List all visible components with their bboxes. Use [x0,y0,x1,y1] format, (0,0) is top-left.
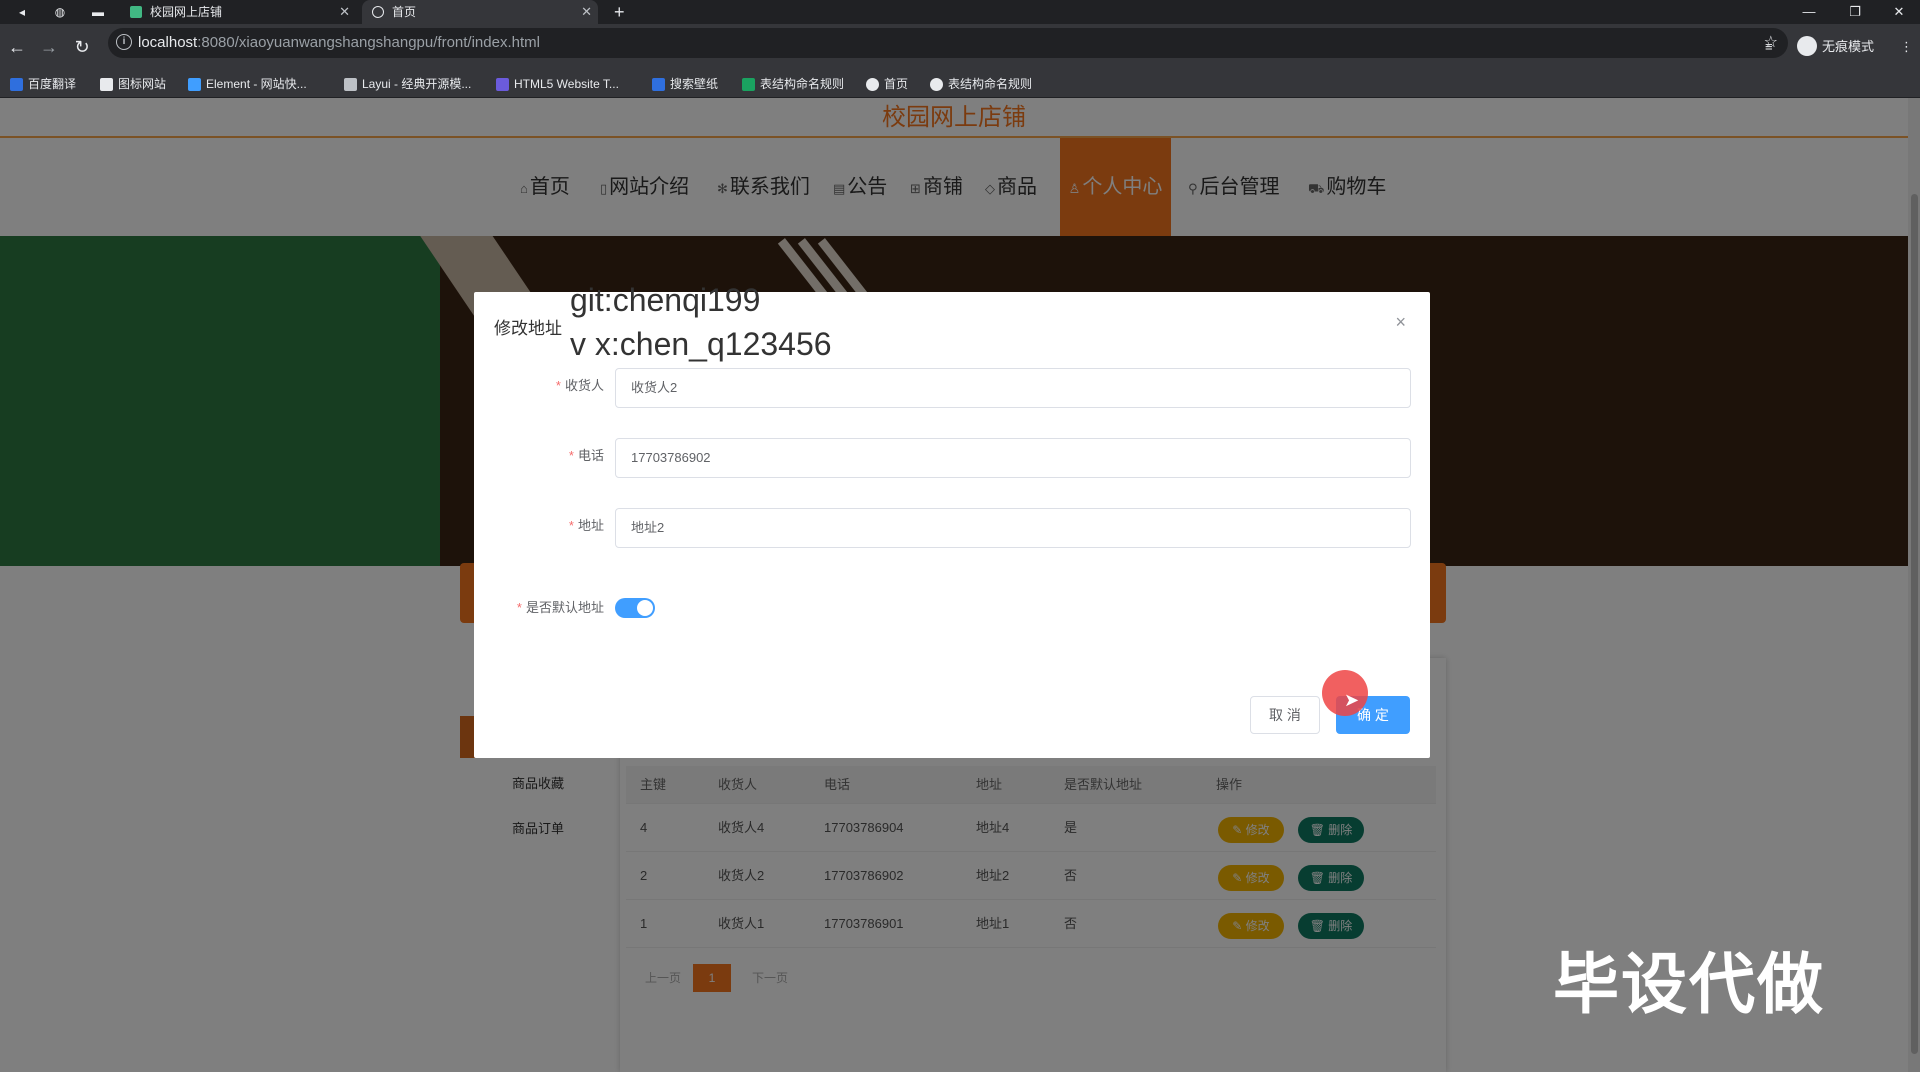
vue-icon [130,6,142,18]
default-label: * 是否默认地址 [516,600,604,615]
globe-icon [866,78,879,91]
address-label: * 地址 [568,518,604,533]
bookmark-item[interactable]: 搜索壁纸 [652,70,718,98]
menu-icon[interactable]: ⋮ [1900,32,1913,62]
close-tab-icon[interactable]: ✕ [339,0,350,24]
forward-icon[interactable]: → [38,36,60,58]
bookmark-item[interactable]: 百度翻译 [10,70,76,98]
address-input[interactable]: 地址2 [615,508,1411,548]
close-icon[interactable]: × [1395,312,1406,333]
window-icon[interactable]: ▬ [88,3,108,21]
speaker-icon[interactable]: ◂ [12,3,32,21]
wallpaper-icon [652,78,665,91]
profile-label[interactable]: 无痕模式 [1822,32,1874,62]
tab-label: 首页 [392,5,417,19]
bookmark-item[interactable]: 图标网站 [100,70,166,98]
info-icon[interactable]: i [116,34,132,50]
watermark-text: git:chenqi199 v x:chen_q123456 [570,282,832,362]
globe-icon [930,78,943,91]
tab-shop[interactable]: 校园网上店铺 ✕ [120,0,356,24]
url-text: localhost:8080/xiaoyuanwangshangshangpu/… [138,34,540,51]
dialog-title: 修改地址 [494,319,562,338]
minimize-button[interactable]: — [1786,0,1832,24]
tab-home[interactable]: 首页 ✕ [362,0,598,24]
reading-list-icon[interactable]: ≡ [1765,32,1773,62]
receiver-input[interactable]: 收货人2 [615,368,1411,408]
close-tab-icon[interactable]: ✕ [581,0,592,24]
cancel-button[interactable]: 取 消 [1250,696,1320,734]
default-switch[interactable] [615,598,655,618]
globe-icon [372,6,384,18]
phone-label: * 电话 [568,448,604,463]
address-bar[interactable]: i localhost:8080/xiaoyuanwangshangshangp… [108,28,1788,58]
browser-toolbar: ← → ↻ i localhost:8080/xiaoyuanwangshang… [0,24,1920,70]
page-viewport: 校园网上店铺 ⌂首页 ▯网站介绍 ✻联系我们 ▤公告 ⊞商铺 ◇商品 ♙个人中心… [0,98,1920,1072]
bookmark-item[interactable]: 表结构命名规则 [742,70,844,98]
receiver-label: * 收货人 [555,378,604,393]
bookmark-item[interactable]: Element - 网站快... [188,70,307,98]
back-icon[interactable]: ← [6,36,28,58]
bookmark-item[interactable]: 首页 [866,70,908,98]
bookmarks-bar: 百度翻译 图标网站 Element - 网站快... Layui - 经典开源模… [0,70,1920,98]
restore-button[interactable]: ❐ [1832,0,1878,24]
tab-label: 校园网上店铺 [150,5,223,19]
bookmark-item[interactable]: HTML5 Website T... [496,70,619,98]
sheet-icon [742,78,755,91]
element-icon [188,78,201,91]
incognito-avatar-icon[interactable] [1797,36,1817,56]
browser-tabstrip: ◂ ◍ ▬ 校园网上店铺 ✕ 首页 ✕ + — ❐ ✕ [0,0,1920,24]
phone-input[interactable]: 17703786902 [615,438,1411,478]
close-window-button[interactable]: ✕ [1876,0,1920,24]
watermark-big: 毕设代做 [1553,946,1825,1023]
new-tab-button[interactable]: + [614,0,625,24]
layui-icon [344,78,357,91]
cursor-icon: ➤ [1344,690,1360,710]
flag-icon [100,78,113,91]
globe-icon[interactable]: ◍ [50,3,70,21]
bookmark-item[interactable]: 表结构命名规则 [930,70,1032,98]
bookmark-item[interactable]: Layui - 经典开源模... [344,70,471,98]
html5-icon [496,78,509,91]
reload-icon[interactable]: ↻ [71,36,93,58]
translate-icon [10,78,23,91]
